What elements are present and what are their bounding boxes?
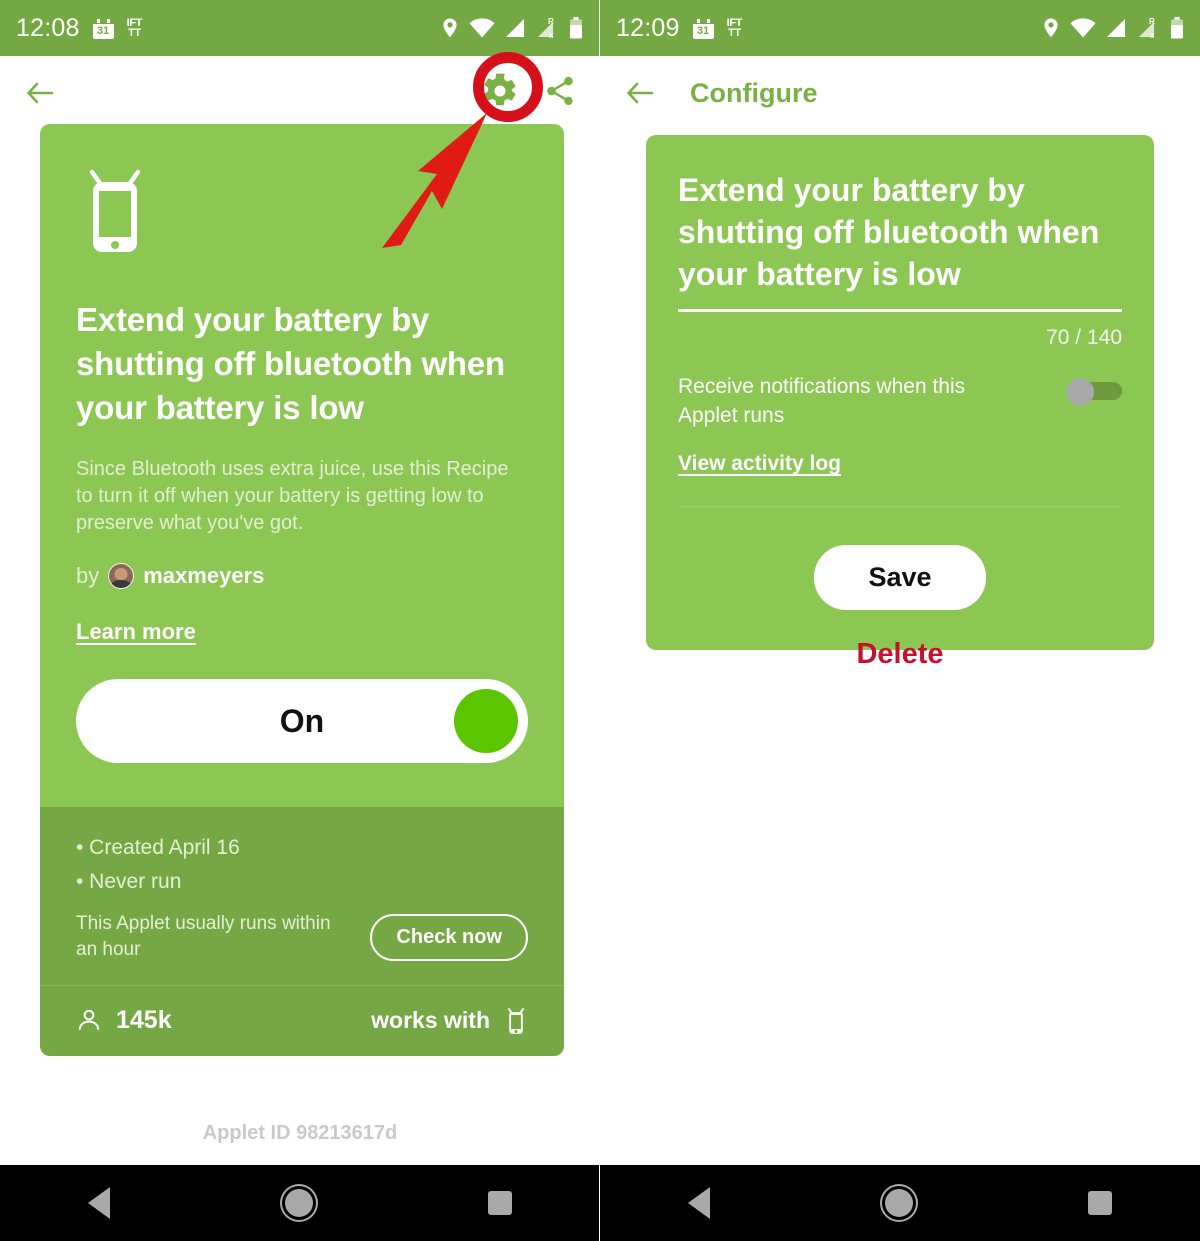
status-bar-clock: 12:09 [616, 13, 680, 42]
status-bar-clock: 12:08 [16, 13, 80, 42]
applet-power-toggle[interactable]: On [76, 679, 528, 763]
nav-back-icon[interactable] [87, 1187, 110, 1219]
applet-run-frequency-text: This Applet usually runs within an hour [76, 913, 331, 960]
nav-recents-icon[interactable] [1088, 1191, 1113, 1215]
calendar-icon: 31 [92, 17, 114, 39]
roaming-signal-icon: R x [538, 17, 554, 39]
right-screen-configure: 12:09 31 IFT TT R x Configure Extend you… [600, 0, 1200, 1241]
avatar [108, 563, 135, 589]
applet-toggle-label: On [279, 702, 325, 739]
applet-description: Since Bluetooth uses extra juice, use th… [76, 458, 509, 534]
by-label: by [76, 563, 100, 588]
left-screen-applet-detail: 12:08 31 IFT TT R x Extend your battery … [0, 0, 600, 1241]
check-now-button[interactable]: Check now [370, 913, 528, 961]
applet-toggle-knob[interactable] [454, 689, 518, 753]
applet-card-body: Extend your battery by shutting off blue… [40, 124, 564, 807]
delete-button[interactable]: Delete [600, 638, 1200, 671]
battery-icon [1171, 17, 1183, 39]
notifications-row: Receive notifications when this Applet r… [678, 372, 1122, 430]
status-bar-left: 12:09 31 IFT TT [616, 14, 742, 43]
share-icon[interactable] [543, 74, 577, 113]
notifications-toggle[interactable] [1066, 378, 1122, 406]
applet-users-count: 145k [116, 1005, 172, 1034]
roaming-signal-icon: R x [1139, 17, 1155, 39]
screenshot-pair: 12:08 31 IFT TT R x Extend your battery … [0, 0, 1200, 1241]
android-device-icon [508, 1008, 524, 1034]
applet-run-frequency-row: This Applet usually runs within an hour … [76, 911, 528, 963]
applet-created-line: • Created April 16 [76, 836, 240, 859]
configure-card: Extend your battery by shutting off blue… [646, 135, 1154, 650]
back-arrow-icon[interactable] [22, 76, 56, 110]
applet-footer: 145k works with [40, 985, 564, 1056]
app-bar [0, 56, 599, 130]
location-icon [443, 18, 457, 38]
ifttt-logo-icon: IFT TT [726, 17, 743, 39]
android-nav-bar [0, 1165, 599, 1241]
app-bar-actions [481, 72, 577, 115]
status-bar-left: 12:08 31 IFT TT [16, 14, 142, 43]
applet-users: 145k [76, 1006, 172, 1035]
calendar-day-label: 31 [696, 24, 710, 37]
calendar-day-label: 31 [96, 24, 110, 37]
page-title: Configure [690, 77, 818, 108]
nav-back-icon[interactable] [687, 1187, 710, 1219]
signal-icon [1107, 19, 1125, 37]
applet-id-label: Applet ID 98213617d [202, 1122, 398, 1144]
gear-icon[interactable] [481, 72, 519, 115]
android-device-icon [76, 160, 528, 260]
app-bar: Configure [600, 56, 1200, 130]
applet-title: Extend your battery by shutting off blue… [76, 301, 505, 426]
save-button[interactable]: Save [814, 545, 986, 610]
person-icon [78, 1009, 100, 1030]
svg-text:R: R [1149, 17, 1155, 26]
save-button-wrap: Save [678, 507, 1122, 650]
status-bar-right: R x [1041, 17, 1184, 39]
signal-icon [506, 19, 524, 37]
nav-recents-icon[interactable] [488, 1191, 513, 1215]
status-bar-right: R x [440, 17, 583, 39]
status-bar: 12:09 31 IFT TT R x [600, 0, 1200, 56]
android-nav-bar [600, 1165, 1200, 1241]
works-with-label: works with [371, 1006, 490, 1033]
view-activity-log-link[interactable]: View activity log [678, 452, 841, 476]
wifi-icon [1070, 18, 1096, 38]
applet-toggle-row: On [76, 645, 528, 807]
applet-author-row: by maxmeyers [76, 563, 528, 589]
svg-text:x: x [1150, 31, 1155, 39]
applet-lastrun-line: • Never run [76, 870, 182, 893]
location-icon [1044, 18, 1058, 38]
ifttt-logo-icon: IFT TT [126, 17, 143, 39]
svg-text:x: x [549, 31, 554, 39]
back-arrow-icon[interactable] [622, 76, 656, 110]
svg-text:R: R [548, 17, 554, 26]
wifi-icon [469, 18, 495, 38]
learn-more-link[interactable]: Learn more [76, 619, 196, 645]
applet-works-with: works with [371, 1004, 528, 1036]
notifications-toggle-knob[interactable] [1066, 378, 1094, 406]
calendar-icon: 31 [692, 17, 714, 39]
nav-home-icon[interactable] [884, 1189, 913, 1217]
author-name[interactable]: maxmeyers [143, 563, 264, 589]
configure-title-field[interactable]: Extend your battery by shutting off blue… [678, 169, 1122, 312]
nav-home-icon[interactable] [284, 1189, 313, 1217]
character-counter: 70 / 140 [1046, 326, 1122, 349]
notifications-label: Receive notifications when this Applet r… [678, 375, 966, 427]
battery-icon [570, 17, 582, 39]
applet-card: Extend your battery by shutting off blue… [40, 124, 564, 1056]
applet-meta: • Created April 16 • Never run This Appl… [40, 807, 564, 985]
status-bar: 12:08 31 IFT TT R x [0, 0, 599, 56]
